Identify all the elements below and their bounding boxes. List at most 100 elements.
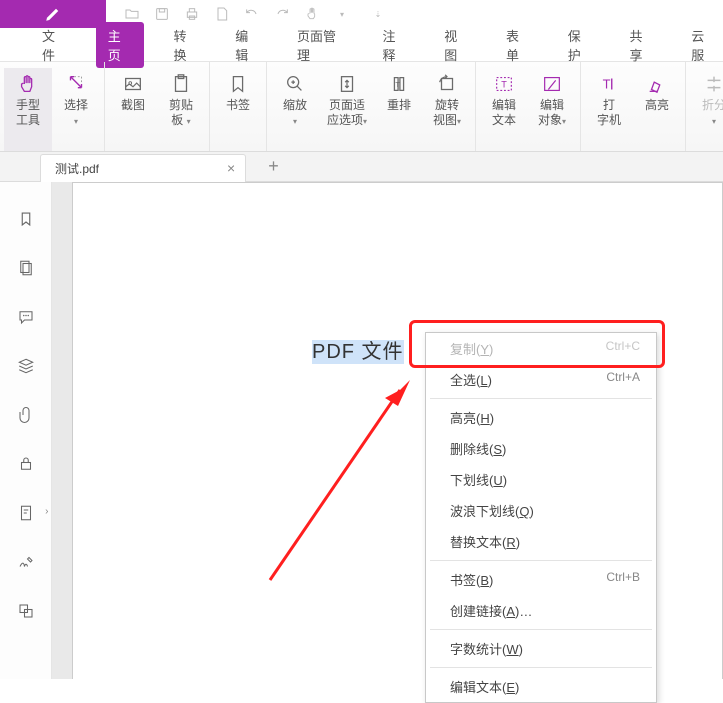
hand-icon (17, 73, 39, 95)
ctx-squiggly[interactable]: 波浪下划线(Q) (426, 495, 656, 526)
side-toolbar (0, 182, 52, 679)
document-tab[interactable]: 测试.pdf × (40, 154, 246, 182)
menu-convert[interactable]: 转换 (166, 22, 206, 68)
print-icon[interactable] (184, 6, 200, 22)
snapshot-button[interactable]: 截图 (109, 68, 157, 151)
document-tab-name: 测试.pdf (55, 160, 99, 177)
highlight-label: 高亮 (645, 98, 669, 113)
qat-overflow-icon[interactable]: ⇣ (370, 6, 386, 22)
bookmarks-panel-icon[interactable] (17, 210, 35, 233)
quick-access-toolbar: ▾ ⇣ (106, 6, 386, 22)
bookmark-icon (227, 73, 249, 95)
ctx-separator (430, 629, 652, 630)
edit-text-label: 编辑文本 (492, 98, 516, 128)
clipboard-icon (170, 73, 192, 95)
clipboard-button[interactable]: 剪贴板 ▾ (157, 68, 205, 151)
undo-icon[interactable] (244, 6, 260, 22)
zoom-icon (284, 73, 306, 95)
reflow-icon: T (388, 73, 410, 95)
reflow-label: 重排 (387, 98, 411, 113)
bookmark-label: 书签 (226, 98, 250, 113)
typewriter-icon: T (598, 73, 620, 95)
menu-page[interactable]: 页面管理 (289, 22, 352, 68)
ctx-bookmark[interactable]: 书签(B) Ctrl+B (426, 564, 656, 595)
svg-text:T: T (603, 77, 611, 92)
menu-form[interactable]: 表单 (498, 22, 538, 68)
new-tab-button[interactable]: + (268, 156, 279, 177)
zoom-label: 缩放▾ (283, 98, 307, 129)
fit-icon (336, 73, 358, 95)
qat-dropdown-icon[interactable]: ▾ (334, 6, 350, 22)
form-panel-icon[interactable] (17, 504, 35, 527)
edit-object-icon (541, 73, 563, 95)
ribbon: 手型工具 选择▾ 截图 剪贴板 ▾ 书签 缩放▾ 页面适应选项▾ (0, 62, 723, 152)
edit-object-button[interactable]: 编辑对象▾ (528, 68, 576, 151)
fit-button[interactable]: 页面适应选项▾ (319, 68, 375, 151)
highlight-icon (646, 73, 668, 95)
rotate-button[interactable]: 旋转视图▾ (423, 68, 471, 151)
ctx-replace-text[interactable]: 替换文本(R) (426, 526, 656, 557)
zoom-button[interactable]: 缩放▾ (271, 68, 319, 151)
signature-panel-icon[interactable] (17, 553, 35, 576)
pages-panel-icon[interactable] (17, 259, 35, 282)
collapse-button[interactable]: 折分▾ (690, 68, 723, 151)
ctx-select-all[interactable]: 全选(L) Ctrl+A (426, 364, 656, 395)
annotation-highlight-box (409, 320, 665, 368)
collapse-icon (703, 73, 723, 95)
hand-touch-icon[interactable] (304, 6, 320, 22)
menubar: 文件 主页 转换 编辑 页面管理 注释 视图 表单 保护 共享 云服 (0, 28, 723, 62)
collapse-label: 折分▾ (702, 98, 723, 129)
layers-panel-icon[interactable] (17, 357, 35, 380)
reflow-button[interactable]: T 重排 (375, 68, 423, 151)
fit-label: 页面适应选项▾ (327, 98, 367, 129)
ctx-create-link[interactable]: 创建链接(A)… (426, 595, 656, 626)
menu-view[interactable]: 视图 (436, 22, 476, 68)
snapshot-icon (122, 73, 144, 95)
ctx-edit-text[interactable]: 编辑文本(E) (426, 671, 656, 702)
svg-text:T: T (501, 80, 507, 90)
edit-text-button[interactable]: T 编辑文本 (480, 68, 528, 151)
menu-comment[interactable]: 注释 (374, 22, 414, 68)
open-icon[interactable] (124, 6, 140, 22)
clipboard-label: 剪贴板 ▾ (169, 98, 193, 129)
hand-tool-label: 手型工具 (16, 98, 40, 128)
rotate-icon (436, 73, 458, 95)
typewriter-button[interactable]: T 打字机 (585, 68, 633, 151)
ctx-word-count[interactable]: 字数统计(W) (426, 633, 656, 664)
menu-cloud[interactable]: 云服 (683, 22, 723, 68)
menu-home[interactable]: 主页 (96, 22, 144, 68)
ctx-underline[interactable]: 下划线(U) (426, 464, 656, 495)
snapshot-label: 截图 (121, 98, 145, 113)
menu-file[interactable]: 文件 (34, 22, 74, 68)
close-tab-icon[interactable]: × (227, 160, 235, 176)
select-label: 选择▾ (64, 98, 88, 129)
hand-tool-button[interactable]: 手型工具 (4, 68, 52, 151)
menu-share[interactable]: 共享 (621, 22, 661, 68)
attachments-panel-icon[interactable] (17, 406, 35, 429)
context-menu: 复制(Y) Ctrl+C 全选(L) Ctrl+A 高亮(H) 删除线(S) 下… (425, 332, 657, 703)
ctx-separator (430, 667, 652, 668)
overlap-panel-icon[interactable] (17, 602, 35, 625)
ctx-highlight[interactable]: 高亮(H) (426, 402, 656, 433)
select-icon (65, 73, 87, 95)
save-icon[interactable] (154, 6, 170, 22)
security-panel-icon[interactable] (17, 455, 35, 478)
edit-object-label: 编辑对象▾ (538, 98, 566, 129)
redo-icon[interactable] (274, 6, 290, 22)
pen-icon (44, 5, 62, 23)
edit-text-icon: T (493, 73, 515, 95)
ctx-separator (430, 398, 652, 399)
rotate-label: 旋转视图▾ (433, 98, 461, 129)
typewriter-label: 打字机 (597, 98, 621, 128)
highlight-button[interactable]: 高亮 (633, 68, 681, 151)
menu-protect[interactable]: 保护 (560, 22, 600, 68)
bookmark-button[interactable]: 书签 (214, 68, 262, 151)
ctx-separator (430, 560, 652, 561)
page-icon[interactable] (214, 6, 230, 22)
tabstrip: 测试.pdf × + (0, 152, 723, 182)
selected-text[interactable]: PDF 文件 (312, 335, 404, 364)
select-button[interactable]: 选择▾ (52, 68, 100, 151)
comments-panel-icon[interactable] (17, 308, 35, 331)
ctx-strikeout[interactable]: 删除线(S) (426, 433, 656, 464)
menu-edit[interactable]: 编辑 (227, 22, 267, 68)
